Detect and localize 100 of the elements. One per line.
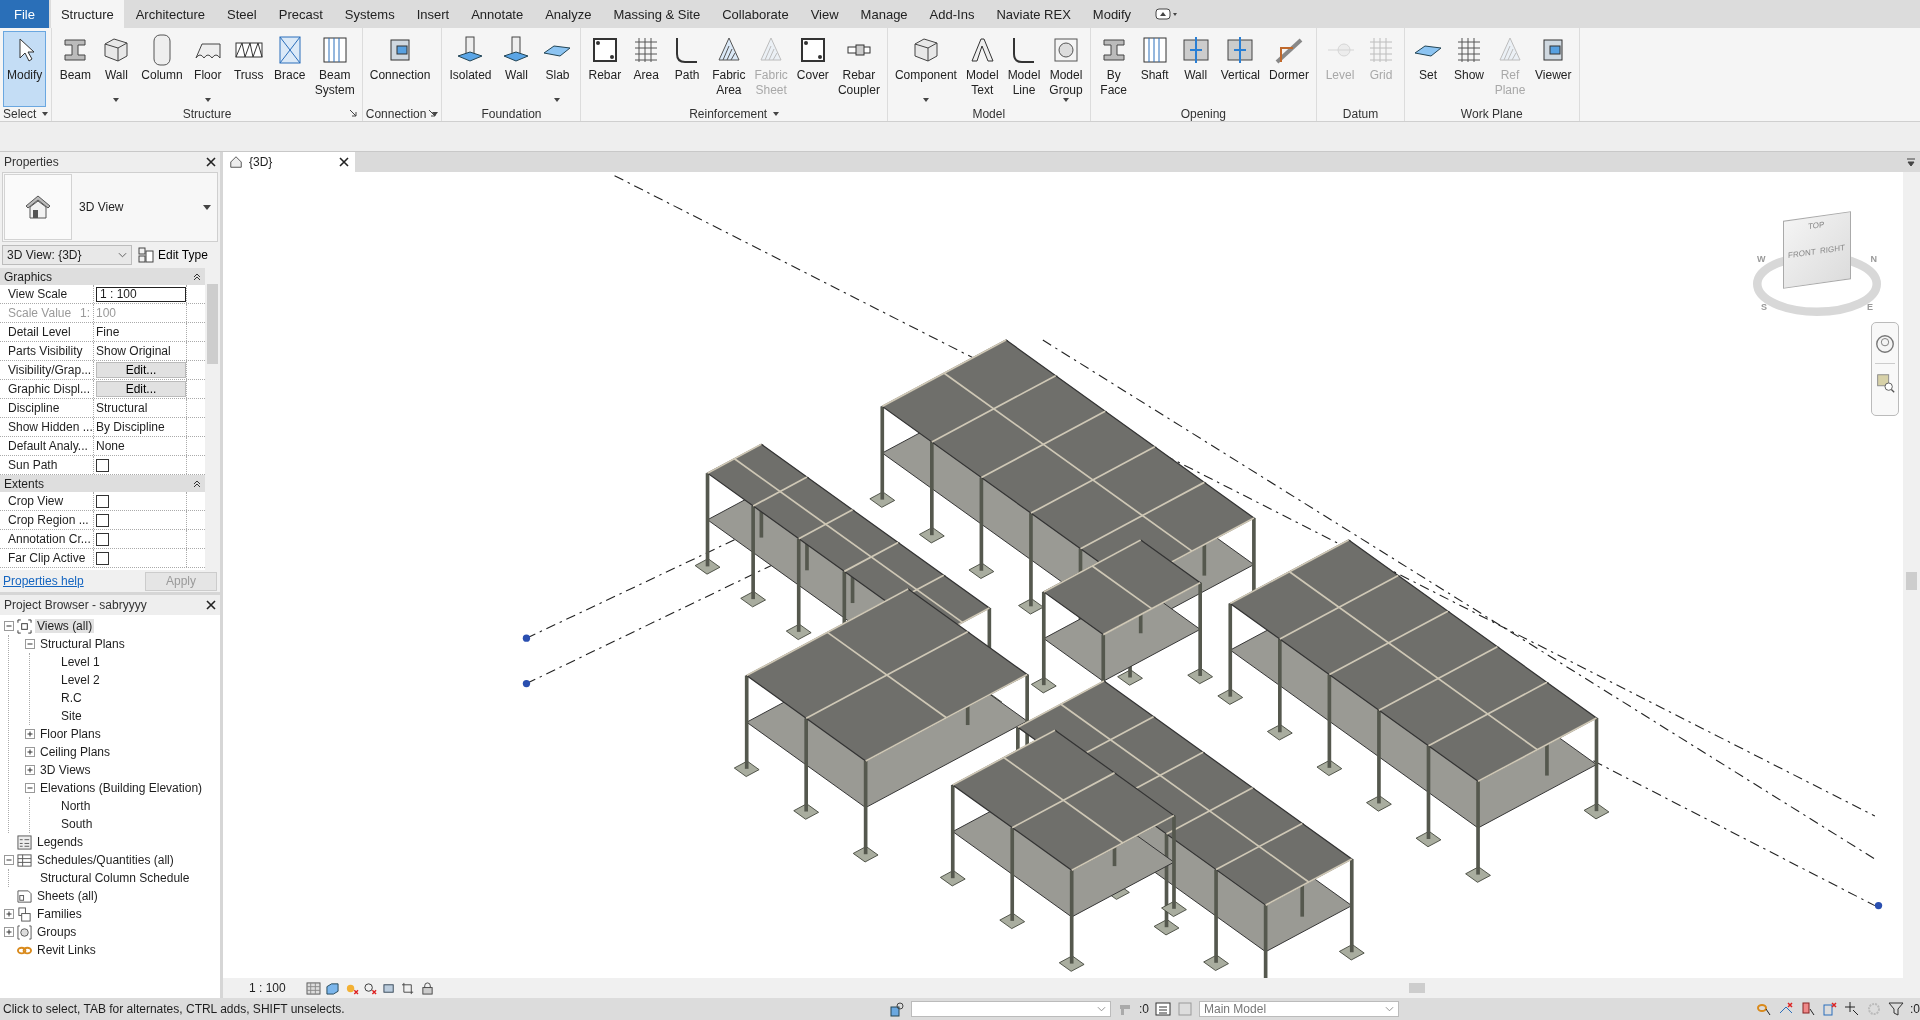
ribbon-tab[interactable]: Insert	[406, 0, 460, 28]
ribbon-tool-button[interactable]: Set	[1408, 31, 1449, 107]
ribbon-tool-button[interactable]: Modify	[3, 31, 47, 107]
ribbon-tool-button[interactable]: Wall	[96, 31, 137, 107]
file-tab[interactable]: File	[0, 0, 49, 28]
expand-toggle[interactable]	[25, 729, 35, 739]
ribbon-tool-button[interactable]: Column	[137, 31, 187, 107]
expand-toggle[interactable]	[25, 783, 35, 793]
browser-item[interactable]: Structural Plans	[38, 637, 127, 651]
property-value[interactable]: By Discipline	[96, 420, 165, 434]
expand-toggle[interactable]	[25, 747, 35, 757]
browser-item[interactable]: Site	[59, 709, 84, 723]
ribbon-tool-button[interactable]: Isolated	[445, 31, 496, 107]
view-instance-dropdown[interactable]: 3D View: {3D}	[2, 245, 132, 265]
ribbon-tab[interactable]: Naviate REX	[986, 0, 1081, 28]
ribbon-tool-button[interactable]: Brace	[269, 31, 310, 107]
ribbon-tool-button[interactable]: Wall	[496, 31, 537, 107]
zoom-icon[interactable]	[1874, 372, 1896, 394]
checkbox[interactable]	[96, 513, 109, 527]
ribbon-tool-button[interactable]: Area	[626, 31, 667, 107]
workset-icon[interactable]	[889, 1001, 905, 1017]
type-selector[interactable]: 3D View	[2, 172, 218, 242]
ribbon-tab[interactable]: Architecture	[125, 0, 216, 28]
ribbon-tool-button[interactable]: Model Group	[1045, 31, 1087, 107]
panel-title[interactable]: Reinforcement	[689, 107, 768, 121]
edit-button[interactable]: Edit...	[96, 381, 186, 397]
ribbon-tool-button[interactable]: Beam	[55, 31, 96, 107]
checkbox[interactable]	[96, 458, 109, 472]
browser-item[interactable]: Ceiling Plans	[38, 745, 113, 759]
ribbon-tool-button[interactable]: Rebar Coupler	[833, 31, 884, 107]
ribbon-tool-button[interactable]: Vertical	[1216, 31, 1264, 107]
dialog-launcher-icon[interactable]	[348, 109, 357, 117]
ribbon-tool-button[interactable]: Connection	[365, 31, 435, 107]
expand-toggle[interactable]	[4, 855, 14, 865]
ribbon-tab[interactable]: Annotate	[461, 0, 534, 28]
ribbon-tab[interactable]: Add-Ins	[919, 0, 985, 28]
ribbon-tab[interactable]: Systems	[334, 0, 405, 28]
property-value[interactable]: Fine	[96, 325, 120, 339]
browser-item[interactable]: Families	[35, 907, 84, 921]
ribbon-tab[interactable]: Steel	[217, 0, 267, 28]
panel-title[interactable]: Connection	[365, 107, 427, 121]
expand-toggle[interactable]	[4, 909, 14, 919]
render-icon[interactable]	[381, 981, 397, 995]
property-group-header[interactable]: Graphics	[0, 268, 205, 285]
browser-item[interactable]: Floor Plans	[38, 727, 103, 741]
browser-item[interactable]: Views (all)	[35, 619, 95, 633]
close-icon[interactable]	[206, 157, 216, 167]
design-option-dropdown[interactable]: Main Model	[1199, 1001, 1399, 1017]
edit-type-button[interactable]: Edit Type	[138, 247, 208, 263]
ribbon-tool-button[interactable]: Cover	[792, 31, 833, 107]
ribbon-tab[interactable]: Massing & Site	[603, 0, 711, 28]
filter-icon[interactable]	[1888, 1001, 1904, 1017]
checkbox[interactable]	[96, 551, 109, 565]
property-group-header[interactable]: Extents	[0, 475, 205, 492]
panel-title[interactable]: Select	[3, 107, 37, 121]
document-tab[interactable]: {3D}	[223, 152, 355, 172]
close-icon[interactable]	[206, 600, 216, 610]
browser-item[interactable]: 3D Views	[38, 763, 93, 777]
select-face-icon[interactable]	[1822, 1001, 1838, 1017]
ribbon-tab[interactable]: Analyze	[535, 0, 602, 28]
design-options-icon[interactable]	[1155, 1001, 1171, 1017]
expand-toggle[interactable]	[4, 927, 14, 937]
lock-icon[interactable]	[419, 981, 435, 995]
drag-elements-icon[interactable]	[1844, 1001, 1860, 1017]
ribbon-tool-button[interactable]: By Face	[1093, 31, 1134, 107]
detail-level-icon[interactable]	[305, 981, 321, 995]
ribbon-tool-button[interactable]: Slab	[537, 31, 578, 107]
ribbon-tool-button[interactable]: Shaft	[1134, 31, 1175, 107]
browser-item[interactable]: Schedules/Quantities (all)	[35, 853, 176, 867]
ribbon-tab[interactable]: Collaborate	[712, 0, 799, 28]
dialog-launcher-icon[interactable]	[428, 109, 437, 117]
edit-button[interactable]: Edit...	[96, 362, 186, 378]
ribbon-tool-button[interactable]: Model Line	[1003, 31, 1045, 107]
expand-toggle[interactable]	[4, 621, 14, 631]
ribbon-tab[interactable]: Precast	[268, 0, 333, 28]
ribbon-tab[interactable]: Modify	[1082, 0, 1142, 28]
browser-item[interactable]: Legends	[35, 835, 86, 849]
browser-item[interactable]: Level 2	[59, 673, 102, 687]
view-scale-field[interactable]: 1 : 100	[96, 286, 186, 302]
steering-wheel-icon[interactable]	[1874, 333, 1896, 355]
crop-icon[interactable]	[400, 981, 416, 995]
property-value[interactable]: None	[96, 439, 125, 453]
browser-item[interactable]: Level 1	[59, 655, 102, 669]
properties-help-link[interactable]: Properties help	[3, 574, 84, 588]
checkbox[interactable]	[96, 532, 109, 546]
ribbon-tool-button[interactable]: Component	[890, 31, 961, 107]
ribbon-tool-button[interactable]: Truss	[228, 31, 269, 107]
browser-item[interactable]: Structural Column Schedule	[38, 871, 192, 885]
caret-icon[interactable]	[773, 112, 780, 116]
checkbox[interactable]	[96, 494, 109, 508]
shadow-icon[interactable]	[362, 981, 378, 995]
browser-item[interactable]: Elevations (Building Elevation)	[38, 781, 205, 795]
close-icon[interactable]	[339, 157, 349, 167]
ribbon-tool-button[interactable]: Show	[1449, 31, 1490, 107]
browser-item[interactable]: North	[59, 799, 93, 813]
ribbon-tool-button[interactable]: Rebar	[584, 31, 626, 107]
caret-icon[interactable]	[432, 112, 439, 116]
view-scale[interactable]: 1 : 100	[249, 981, 286, 995]
ribbon-tool-button[interactable]: Floor	[187, 31, 228, 107]
expand-toggle[interactable]	[25, 765, 35, 775]
